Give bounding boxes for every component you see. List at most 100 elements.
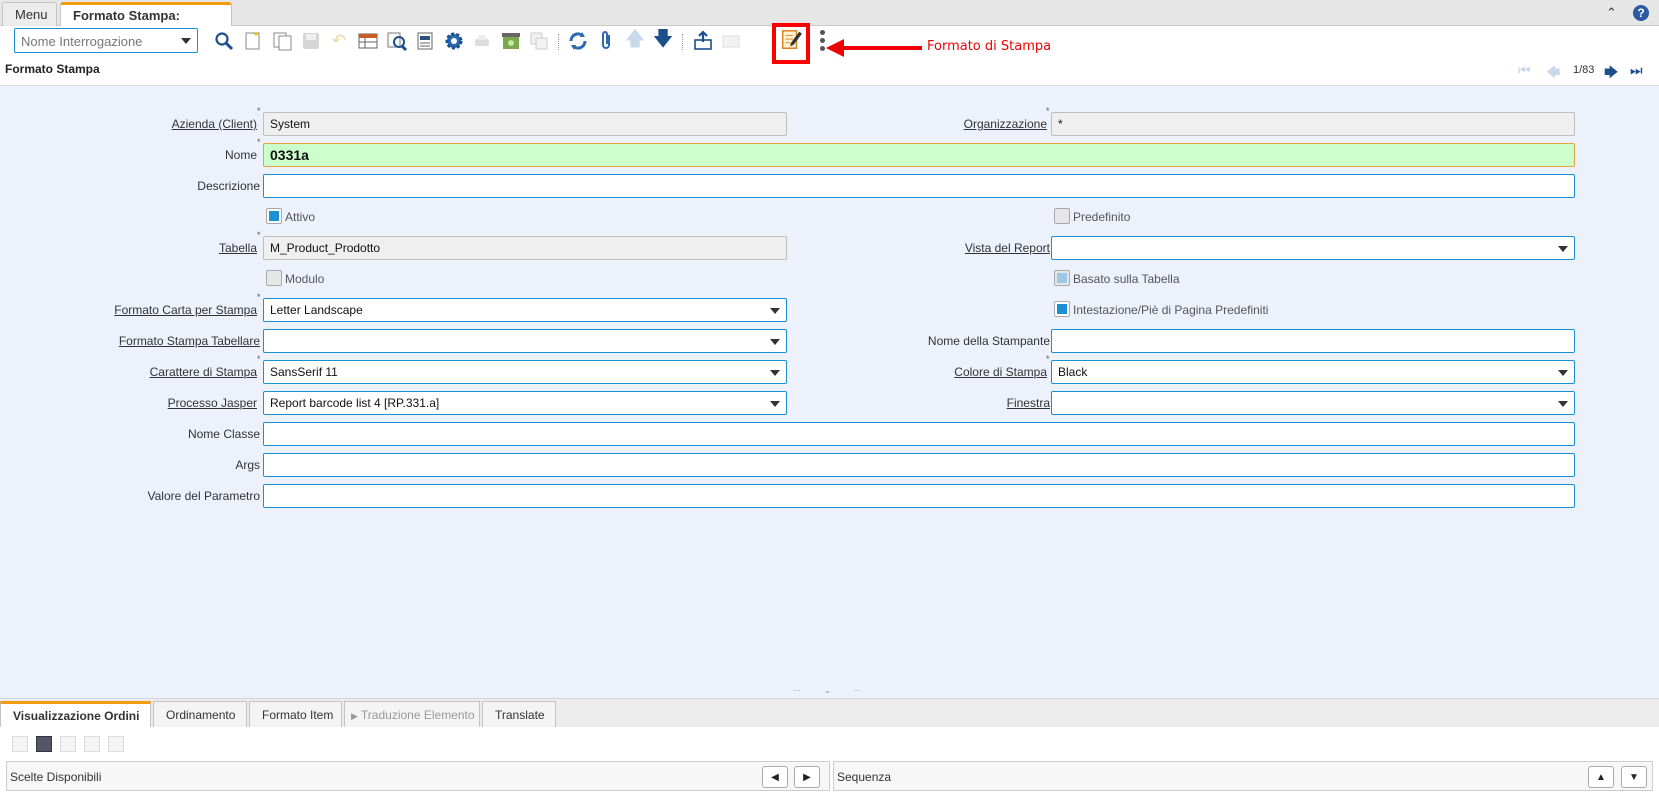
tab-label: Traduzione Elemento [360, 708, 475, 722]
move-right-icon[interactable]: ▶ [794, 766, 820, 788]
detail-new-icon[interactable] [12, 736, 28, 752]
finestra-label[interactable]: Finestra [1007, 396, 1050, 410]
processo-jasper-label[interactable]: Processo Jasper [168, 396, 257, 410]
tab-label: Translate [495, 708, 545, 722]
help-icon[interactable]: ? [1633, 5, 1649, 21]
chevron-down-icon [770, 339, 780, 345]
refresh-icon[interactable] [567, 30, 589, 52]
organizzazione-label[interactable]: Organizzazione [964, 117, 1047, 131]
move-up-icon[interactable]: ▲ [1588, 766, 1614, 788]
valore-parametro-label: Valore del Parametro [147, 489, 261, 503]
move-left-icon[interactable]: ◀ [762, 766, 788, 788]
export-icon[interactable] [692, 30, 714, 52]
process-gear-icon[interactable] [443, 30, 465, 52]
tab-visualizzazione-ordini[interactable]: Visualizzazione Ordini [0, 701, 151, 727]
basato-tabella-label: Basato sulla Tabella [1073, 272, 1180, 286]
detail-toolbar [0, 727, 1659, 761]
required-marker: * [257, 292, 261, 302]
chevron-down-icon [181, 38, 191, 44]
intestazione-checkbox[interactable] [1054, 301, 1070, 317]
expand-icon: ▶ [351, 711, 358, 721]
first-record-icon[interactable]: ⏮ [1518, 62, 1531, 79]
copy-record-icon[interactable] [272, 30, 294, 52]
sequence-header: Sequenza [833, 761, 1653, 791]
args-label: Args [235, 458, 260, 472]
chevron-down-icon [770, 370, 780, 376]
colore-select[interactable]: Black [1051, 360, 1575, 384]
next-record-icon[interactable]: 🡇 [652, 28, 674, 52]
carattere-label[interactable]: Carattere di Stampa [150, 365, 257, 379]
report-icon[interactable] [414, 30, 436, 52]
customize-icon[interactable] [720, 30, 742, 52]
splitter-toggle-icon[interactable]: ⌄ [824, 686, 831, 695]
panel-splitter[interactable]: ··· ⌄ ··· [0, 685, 1659, 699]
modulo-checkbox[interactable] [266, 270, 282, 286]
nome-field[interactable]: 0331a [263, 143, 1575, 167]
tab-traduzione-elemento[interactable]: ▶ Traduzione Elemento [344, 701, 480, 727]
detail-save-icon[interactable] [84, 736, 100, 752]
tab-label: Ordinamento [166, 708, 236, 722]
annotation-label: Formato di Stampa [927, 39, 1052, 54]
finestra-select[interactable] [1051, 391, 1575, 415]
carattere-value: SansSerif 11 [270, 365, 338, 379]
required-marker: * [257, 137, 261, 147]
zoom-across-icon[interactable] [386, 30, 408, 52]
formato-carta-label[interactable]: Formato Carta per Stampa [114, 303, 257, 317]
predefinito-checkbox[interactable] [1054, 208, 1070, 224]
move-down-icon[interactable]: ▼ [1621, 766, 1647, 788]
attivo-checkbox[interactable] [266, 208, 282, 224]
azienda-label[interactable]: Azienda (Client) [172, 117, 257, 131]
archive-icon[interactable] [500, 30, 522, 52]
tabella-field[interactable]: M_Product_Prodotto [263, 236, 787, 260]
args-field[interactable] [263, 453, 1575, 477]
search-icon[interactable] [213, 30, 235, 52]
previous-icon[interactable]: 🡄 [1546, 62, 1560, 86]
chevron-down-icon [770, 401, 780, 407]
splitter-grip-icon: ··· [793, 686, 801, 695]
detail-tab-bar: Visualizzazione Ordini Ordinamento Forma… [0, 699, 1659, 727]
new-record-icon[interactable] [242, 30, 264, 52]
formato-carta-select[interactable]: Letter Landscape [263, 298, 787, 322]
detail-copy-icon[interactable] [60, 736, 76, 752]
record-count: 1/83 [1573, 64, 1595, 76]
detail-edit-icon[interactable] [108, 736, 124, 752]
chevron-down-icon [1558, 370, 1568, 376]
tab-menu[interactable]: Menu [2, 2, 57, 26]
nome-classe-field[interactable] [263, 422, 1575, 446]
colore-label[interactable]: Colore di Stampa [954, 365, 1047, 379]
undo-icon[interactable]: ↶ [328, 30, 350, 52]
save-icon[interactable] [300, 30, 322, 52]
collapse-icon[interactable]: ⌃ [1606, 5, 1617, 21]
organizzazione-field[interactable]: * [1051, 112, 1575, 136]
vista-report-select[interactable] [1051, 236, 1575, 260]
tab-ordinamento[interactable]: Ordinamento [153, 701, 247, 727]
tab-formato-stampa[interactable]: Formato Stampa: 0331a✖ [60, 2, 232, 38]
multi-window-icon[interactable] [528, 30, 550, 52]
print-icon[interactable] [471, 30, 493, 52]
attachment-icon[interactable] [596, 30, 618, 52]
window-tab-bar: Menu Formato Stampa: 0331a✖ ⌃ ? [0, 0, 1659, 38]
previous-record-icon[interactable]: 🡅 [624, 28, 646, 52]
formato-tabellare-label[interactable]: Formato Stampa Tabellare [119, 334, 260, 348]
basato-tabella-checkbox[interactable] [1054, 270, 1070, 286]
tab-formato-item[interactable]: Formato Item [249, 701, 342, 727]
splitter-grip-icon: ··· [853, 686, 861, 695]
grid-toggle-icon[interactable] [357, 30, 379, 52]
last-record-icon[interactable]: ⏭ [1630, 62, 1643, 79]
page-title: Formato Stampa [5, 62, 100, 76]
nome-stampante-field[interactable] [1051, 329, 1575, 353]
next-icon[interactable]: 🡆 [1604, 62, 1618, 86]
formato-tabellare-select[interactable] [263, 329, 787, 353]
carattere-select[interactable]: SansSerif 11 [263, 360, 787, 384]
azienda-field[interactable]: System [263, 112, 787, 136]
annotation-arrow [838, 46, 922, 50]
tab-translate[interactable]: Translate [482, 701, 556, 727]
descrizione-field[interactable] [263, 174, 1575, 198]
processo-jasper-select[interactable]: Report barcode list 4 [RP.331.a] [263, 391, 787, 415]
vista-report-label[interactable]: Vista del Report [965, 241, 1050, 255]
query-select[interactable]: Nome Interrogazione [14, 28, 198, 53]
valore-parametro-field[interactable] [263, 484, 1575, 508]
print-format-icon[interactable] [780, 29, 802, 51]
detail-grid-icon[interactable] [36, 736, 52, 752]
tabella-label[interactable]: Tabella [219, 241, 257, 255]
